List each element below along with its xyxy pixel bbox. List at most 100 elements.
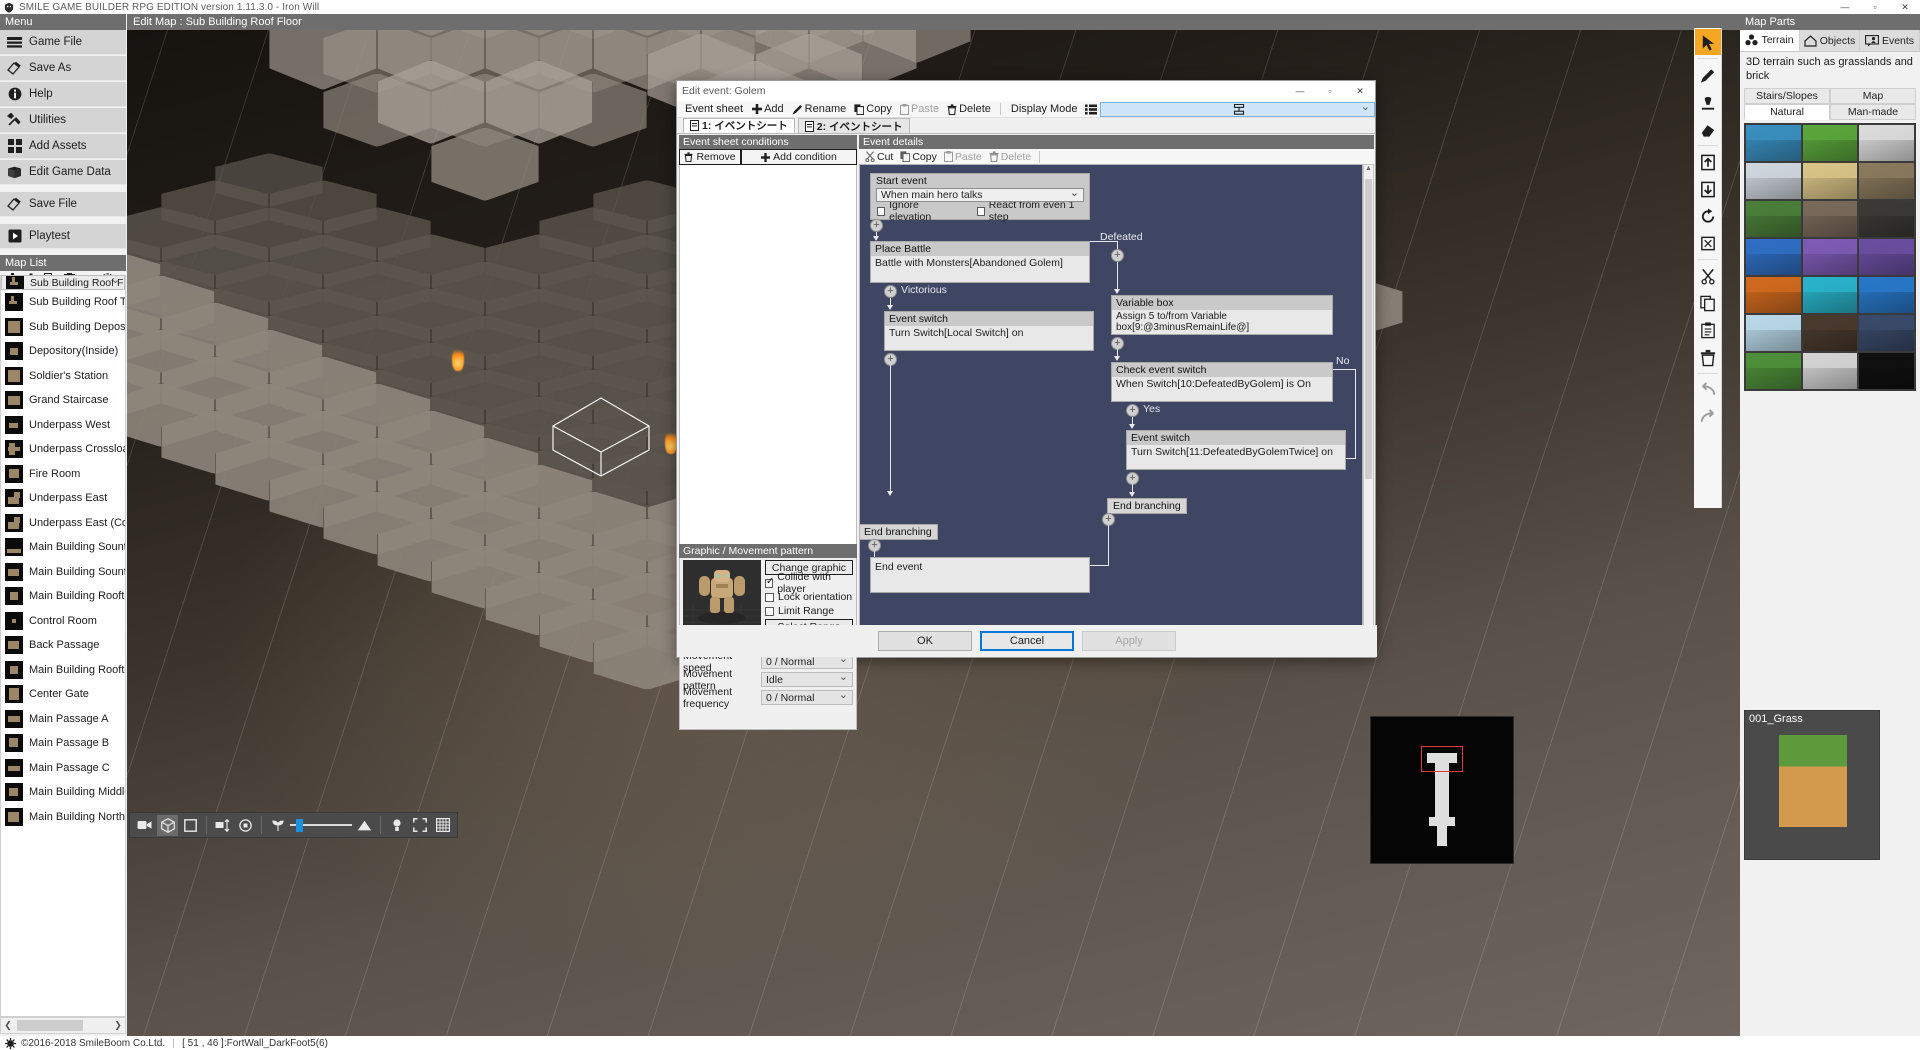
map-list-horizontal-scrollbar[interactable]: ❮ ❯ [0,1017,126,1034]
eraser-icon[interactable] [1695,116,1721,142]
palette-cell[interactable] [1859,277,1914,313]
stamp-icon[interactable] [1695,89,1721,115]
map-list-item[interactable]: Soldier's Station [1,364,125,389]
menu-item-edit-game-data[interactable]: Edit Game Data [0,160,126,185]
redo-icon[interactable] [1695,404,1721,430]
scroll-thumb[interactable] [1365,179,1372,479]
map-parts-palette[interactable] [1744,123,1916,391]
map-list-item[interactable]: Sub Building Deposito [1,315,125,340]
palette-cell[interactable] [1859,315,1914,351]
palette-cell[interactable] [1746,315,1801,351]
palette-cell[interactable] [1859,201,1914,237]
node-end-branching-outer[interactable]: End branching [859,524,938,540]
dialog-maximize-button[interactable]: ▫ [1315,81,1345,101]
scroll-right-icon[interactable]: ❯ [111,1020,125,1031]
node-end-event[interactable]: End event [870,557,1090,593]
menu-item-game-file[interactable]: Game File [0,30,126,55]
palette-cell[interactable] [1859,163,1914,199]
menu-item-save-as[interactable]: Save As [0,56,126,81]
grid-icon[interactable] [432,815,453,836]
copy-sheet-button[interactable]: Copy [851,102,895,117]
sheet-tab-2[interactable]: 2: イベントシート [798,118,910,133]
copy-command-button[interactable]: Copy [897,149,940,164]
plant-icon[interactable] [267,815,288,836]
cut-icon[interactable] [1695,263,1721,289]
map-list-item[interactable]: Fire Room [1,462,125,487]
lower-icon[interactable] [1695,176,1721,202]
flowchart-vertical-scrollbar[interactable]: ▲ ▼ [1363,164,1374,637]
view-toolbar[interactable] [129,812,458,838]
tab-events[interactable]: Events [1860,30,1920,51]
menu-item-utilities[interactable]: Utilities [0,108,126,133]
start-trigger-select[interactable]: When main hero talks [876,188,1084,202]
node-end-branching-inner[interactable]: End branching [1107,498,1187,514]
select-icon[interactable] [1695,29,1721,55]
insert-command-button[interactable]: + [884,285,897,298]
map-list-item[interactable]: Sub Building Roof Floo [1,275,125,290]
limit-range-checkbox[interactable]: Limit Range [765,605,853,617]
insert-command-button[interactable]: + [1111,249,1124,262]
palette-cell[interactable] [1803,125,1858,161]
subtab-stairs-slopes[interactable]: Stairs/Slopes [1744,88,1830,104]
cut-command-button[interactable]: Cut [862,149,896,164]
palette-cell[interactable] [1803,353,1858,389]
react-one-step-checkbox[interactable]: React from even 1 step [977,205,1084,217]
map-parts-tool-rail[interactable] [1694,28,1722,508]
target-icon[interactable] [235,815,256,836]
subtab-man-made[interactable]: Man-made [1830,104,1916,120]
tab-objects[interactable]: Objects [1800,30,1860,51]
paste-sheet-button[interactable]: Paste [897,102,942,117]
copy-icon[interactable] [1695,290,1721,316]
mountain-icon[interactable] [354,815,375,836]
map-list-item[interactable]: Main Building North / [1,805,125,830]
palette-cell[interactable] [1746,163,1801,199]
map-parts-subtabs-row1[interactable]: Stairs/Slopes Map [1744,88,1916,104]
display-mode-list-button[interactable] [1084,102,1098,116]
map-list-item[interactable]: Main Building Middle [1,780,125,805]
add-condition-button[interactable]: Add condition [741,149,857,165]
palette-cell[interactable] [1746,239,1801,275]
raise-icon[interactable] [1695,149,1721,175]
palette-cell[interactable] [1859,125,1914,161]
palette-cell[interactable] [1859,239,1914,275]
map-list-item[interactable]: Underpass Crossload [1,437,125,462]
map-list-item[interactable]: Grand Staircase [1,388,125,413]
palette-cell[interactable] [1803,239,1858,275]
pencil-icon[interactable] [1695,62,1721,88]
map-list-item[interactable]: Control Room [1,609,125,634]
rotate-icon[interactable] [1695,203,1721,229]
palette-cell[interactable] [1803,201,1858,237]
map-list-item[interactable]: Main Building Rooftop [1,584,125,609]
map-list-item[interactable]: Main Passage C [1,756,125,781]
minimap[interactable] [1370,716,1514,864]
paste-command-button[interactable]: Paste [941,149,985,164]
camera-icon[interactable] [134,815,155,836]
scroll-left-icon[interactable]: ❮ [1,1020,15,1031]
elevation-icon[interactable] [212,815,233,836]
conditions-list[interactable] [679,165,857,559]
map-list-item[interactable]: Main Passage B [1,731,125,756]
insert-command-button[interactable]: + [870,219,883,232]
node-event-switch-2[interactable]: Event switch Turn Switch[11:DefeatedByGo… [1126,430,1346,470]
zoom-slider[interactable] [290,816,352,834]
tab-terrain[interactable]: Terrain [1740,30,1800,51]
map-parts-subtabs-row2[interactable]: Natural Man-made [1744,104,1916,120]
map-list-item[interactable]: Back Passage [1,633,125,658]
map-list-item[interactable]: Sub Building Roof Top [1,290,125,315]
close-button[interactable]: ✕ [1890,0,1920,14]
palette-cell[interactable] [1859,353,1914,389]
menu-item-playtest[interactable]: Playtest [0,224,126,249]
palette-cell[interactable] [1746,353,1801,389]
fullscreen-icon[interactable] [409,815,430,836]
dialog-minimize-button[interactable]: — [1285,81,1315,101]
map-list[interactable]: Sub Building Roof FlooSub Building Roof … [0,275,126,1017]
cancel-button[interactable]: Cancel [980,631,1074,651]
minimap-viewport-rect[interactable] [1421,746,1463,772]
remove-condition-button[interactable]: Remove [679,149,741,165]
event-flowchart[interactable]: Start event When main hero talks Ignore … [859,164,1363,637]
cube-icon[interactable] [157,815,178,836]
palette-cell[interactable] [1746,277,1801,313]
slider-knob[interactable] [296,819,303,832]
event-sheet-tabs[interactable]: 1: イベントシート 2: イベントシート [677,118,1375,134]
map-list-item[interactable]: Main Building Rooftop [1,658,125,683]
